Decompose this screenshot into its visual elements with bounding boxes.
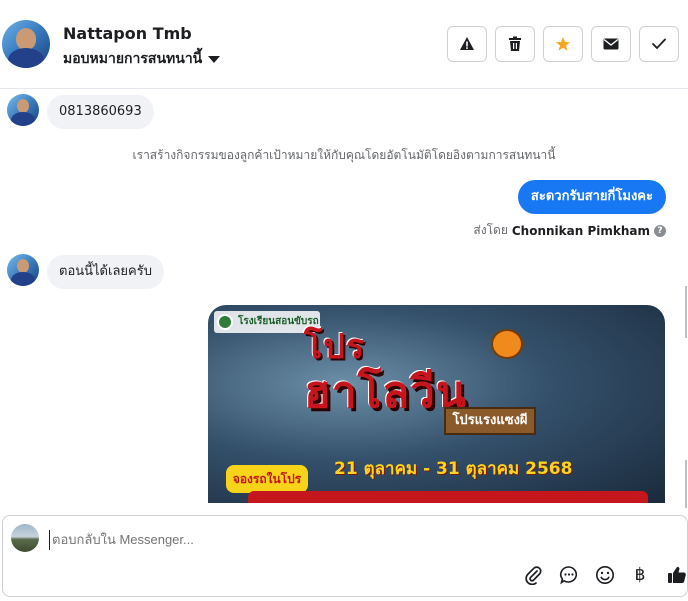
star-button[interactable] (543, 26, 583, 62)
sender-avatar[interactable] (7, 254, 39, 286)
attach-icon (525, 566, 542, 585)
mark-unread-button[interactable] (591, 26, 631, 62)
promo-image[interactable]: โรงเรียนสอนขับรถ โปร ฮาโลวีน โปรแรงแซงผี… (208, 305, 665, 503)
reply-composer: ฿ (2, 515, 688, 597)
conversation-header: Nattapon Tmb มอบหมายการสนทนานี้ (0, 0, 688, 89)
alert-icon (460, 37, 474, 50)
pumpkin-icon (491, 329, 523, 359)
baht-icon: ฿ (634, 565, 646, 585)
like-button[interactable] (665, 563, 688, 587)
reply-input[interactable] (49, 530, 514, 550)
check-icon (652, 38, 666, 50)
trash-icon (509, 36, 521, 51)
assign-conversation-dropdown[interactable]: มอบหมายการสนทนานี้ (63, 48, 221, 70)
promo-title-line2: ฮาโลวีน (304, 367, 467, 418)
header-actions (447, 26, 679, 62)
system-note: เราสร้างกิจกรรมของลูกค้าเป้าหมายให้กับคุ… (132, 148, 556, 162)
help-icon[interactable]: ? (654, 224, 666, 237)
star-icon (556, 37, 570, 51)
logo-badge-icon (217, 314, 233, 330)
promo-banner-strip (248, 491, 648, 503)
emoji-icon (596, 566, 614, 584)
contact-avatar[interactable] (2, 20, 50, 68)
promo-book-badge: จองรถในโปร (226, 465, 308, 493)
contact-name[interactable]: Nattapon Tmb (63, 24, 192, 43)
promo-dates: 21 ตุลาคม - 31 ตุลาคม 2568 (334, 459, 573, 479)
scrollbar-thumb[interactable] (685, 460, 687, 508)
mail-icon (603, 38, 619, 50)
assign-label: มอบหมายการสนทนานี้ (63, 51, 203, 67)
message-bubble-phone[interactable]: 0813860693 (47, 95, 154, 129)
sent-by-prefix: ส่งโดย (473, 223, 508, 237)
scrollbar-track[interactable] (685, 286, 687, 338)
message-bubble-reply[interactable]: ตอนนี้ได้เลยครับ (47, 255, 164, 289)
delete-button[interactable] (495, 26, 535, 62)
attach-button[interactable] (521, 563, 545, 587)
sent-by-line: ส่งโดย Chonnikan Pimkham ? (473, 221, 666, 240)
sender-avatar[interactable] (7, 94, 39, 126)
mark-done-button[interactable] (639, 26, 679, 62)
promo-tag: โปรแรงแซงผี (444, 407, 536, 435)
chevron-down-icon (208, 55, 221, 63)
page-avatar (11, 524, 39, 552)
payment-button[interactable]: ฿ (628, 563, 652, 587)
chat-icon (560, 566, 578, 585)
emoji-button[interactable] (593, 563, 617, 587)
like-icon (668, 566, 686, 583)
report-button[interactable] (447, 26, 487, 62)
message-bubble-outgoing[interactable]: สะดวกรับสายกี่โมงคะ (517, 180, 666, 214)
sent-by-name: Chonnikan Pimkham (511, 223, 650, 238)
saved-replies-button[interactable] (557, 563, 581, 587)
